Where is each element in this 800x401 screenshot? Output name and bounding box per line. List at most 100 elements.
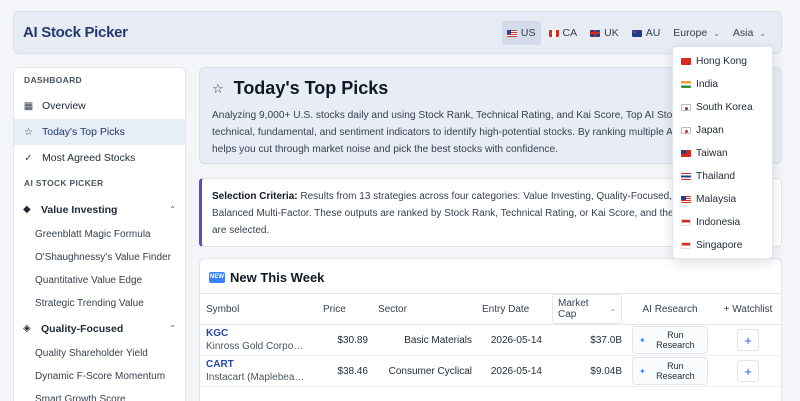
jp-flag-icon [681, 127, 691, 134]
col-entry-date[interactable]: Entry Date [477, 293, 547, 325]
watchlist-cell: + [713, 324, 781, 356]
symbol-cell[interactable]: CART Instacart (Maplebear Inc.) [200, 355, 318, 387]
gem-icon: ◆ [23, 204, 31, 215]
dropdown-item-taiwan[interactable]: Taiwan [673, 142, 772, 165]
run-research-label: Run Research [656, 361, 695, 381]
dropdown-item-label: Indonesia [696, 217, 741, 228]
new-this-week-panel: NEW New This Week Symbol Price Sector En… [199, 258, 782, 401]
uk-flag-icon [590, 29, 601, 37]
add-to-watchlist-button[interactable]: + [737, 329, 759, 351]
dropdown-item-hong-kong[interactable]: Hong Kong [673, 50, 772, 73]
col-symbol[interactable]: Symbol [200, 293, 318, 325]
region-selector: US CA UK AU Europe ⌄ Asia ⌄ [501, 21, 771, 45]
region-menu-europe[interactable]: Europe ⌄ [668, 21, 725, 45]
sparkle-icon: ✦ [639, 366, 646, 376]
us-flag-icon [506, 29, 517, 37]
sidebar-subitem-dynamic-fscore[interactable]: Dynamic F-Score Momentum [14, 365, 185, 388]
region-label: AU [645, 27, 661, 39]
sidebar-subitem-strategic-trending[interactable]: Strategic Trending Value [14, 292, 185, 315]
picks-table: Symbol Price Sector Entry Date Market Ca… [200, 293, 781, 387]
chevron-down-icon: ⌄ [759, 28, 766, 38]
sidebar-subitem-quantitative-value[interactable]: Quantitative Value Edge [14, 269, 185, 292]
entry-date-cell: 2026-05-14 [477, 324, 547, 356]
layers-icon: ◈ [23, 323, 31, 334]
dropdown-item-south-korea[interactable]: South Korea [673, 96, 772, 119]
market-cap-sort[interactable]: Market Cap ⌄ [552, 294, 622, 324]
kr-flag-icon [681, 104, 691, 111]
dropdown-item-india[interactable]: India [673, 73, 772, 96]
sidebar-item-most-agreed-stocks[interactable]: ✓ Most Agreed Stocks [14, 145, 185, 171]
chevron-down-icon: ⌄ [610, 306, 616, 313]
run-research-label: Run Research [656, 330, 695, 350]
sidebar-item-overview[interactable]: ▦ Overview [14, 93, 185, 119]
region-us[interactable]: US [501, 21, 541, 45]
price-cell: $38.46 [318, 355, 373, 387]
company-name: Kinross Gold Corporation [206, 340, 306, 352]
dropdown-item-label: Thailand [696, 171, 736, 182]
sidebar: DASHBOARD ▦ Overview ☆ Today's Top Picks… [13, 67, 186, 401]
col-watchlist: + Watchlist [713, 293, 781, 325]
sidebar-subitem-greenblatt[interactable]: Greenblatt Magic Formula [14, 223, 185, 246]
app-title[interactable]: AI Stock Picker [23, 24, 128, 41]
dropdown-item-thailand[interactable]: Thailand [673, 165, 772, 188]
dropdown-item-malaysia[interactable]: Malaysia [673, 188, 772, 211]
section-title: NEW New This Week [209, 270, 324, 285]
market-cap-cell: $9.04B [547, 355, 627, 387]
table-row[interactable]: CART Instacart (Maplebear Inc.) $38.46 C… [200, 355, 781, 387]
col-price[interactable]: Price [318, 293, 373, 325]
top-bar: AI Stock Picker US CA UK AU Europe ⌄ Asi… [13, 11, 782, 54]
sidebar-item-label: Overview [42, 100, 86, 112]
run-research-button[interactable]: ✦ Run Research [632, 326, 708, 354]
dropdown-item-label: Taiwan [696, 148, 728, 159]
region-menu-label: Europe [673, 27, 708, 39]
region-uk[interactable]: UK [585, 21, 624, 45]
check-circle-icon: ✓ [24, 152, 33, 164]
dropdown-item-japan[interactable]: Japan [673, 119, 772, 142]
ai-research-cell: ✦ Run Research [627, 324, 713, 356]
market-cap-cell: $37.0B [547, 324, 627, 356]
sparkle-icon: ✦ [639, 335, 646, 345]
ticker-symbol[interactable]: KGC [206, 328, 313, 340]
col-ai-research: AI Research [627, 293, 713, 325]
add-to-watchlist-button[interactable]: + [737, 360, 759, 382]
sidebar-subitem-oshaughnessy[interactable]: O'Shaughnessy's Value Finder [14, 246, 185, 269]
dropdown-item-label: India [696, 79, 719, 90]
sidebar-section-dashboard: DASHBOARD [24, 75, 82, 85]
sidebar-subitem-quality-shareholder-yield[interactable]: Quality Shareholder Yield [14, 342, 185, 365]
col-market-cap[interactable]: Market Cap ⌄ [547, 293, 627, 325]
new-badge-icon: NEW [209, 272, 225, 283]
symbol-cell[interactable]: KGC Kinross Gold Corporation [200, 324, 318, 356]
region-au[interactable]: AU [627, 21, 666, 45]
region-label: CA [562, 27, 578, 39]
dropdown-item-label: Japan [696, 125, 724, 136]
company-name: Instacart (Maplebear Inc.) [206, 371, 306, 383]
region-ca[interactable]: CA [544, 21, 583, 45]
dropdown-item-label: South Korea [696, 102, 753, 113]
tw-flag-icon [681, 150, 691, 157]
ticker-symbol[interactable]: CART [206, 359, 313, 371]
sidebar-group-label: Quality-Focused [41, 322, 124, 335]
run-research-button[interactable]: ✦ Run Research [632, 357, 708, 385]
sidebar-group-label: Value Investing [41, 203, 118, 216]
sidebar-group-quality-focused[interactable]: ◈ Quality-Focused ⌃ [14, 315, 185, 342]
sidebar-item-todays-top-picks[interactable]: ☆ Today's Top Picks [14, 119, 185, 145]
section-title-text: New This Week [230, 270, 325, 285]
criteria-label: Selection Criteria: [212, 191, 298, 202]
star-icon: ☆ [212, 80, 224, 96]
dropdown-item-label: Malaysia [696, 194, 737, 205]
in-flag-icon [681, 81, 691, 88]
sidebar-group-value-investing[interactable]: ◆ Value Investing ⌃ [14, 196, 185, 223]
dropdown-item-singapore[interactable]: Singapore [673, 234, 772, 257]
region-label: US [520, 27, 536, 39]
sidebar-subitem-smart-growth[interactable]: Smart Growth Score [14, 388, 185, 401]
id-flag-icon [681, 219, 691, 226]
chevron-up-icon: ⌃ [169, 205, 176, 214]
price-cell: $30.89 [318, 324, 373, 356]
table-row[interactable]: KGC Kinross Gold Corporation $30.89 Basi… [200, 324, 781, 356]
region-menu-asia[interactable]: Asia ⌄ [728, 21, 771, 45]
star-icon: ☆ [24, 126, 33, 138]
col-sector[interactable]: Sector [373, 293, 477, 325]
dropdown-item-indonesia[interactable]: Indonesia [673, 211, 772, 234]
entry-date-cell: 2026-05-14 [477, 355, 547, 387]
dropdown-item-label: Singapore [696, 240, 743, 251]
